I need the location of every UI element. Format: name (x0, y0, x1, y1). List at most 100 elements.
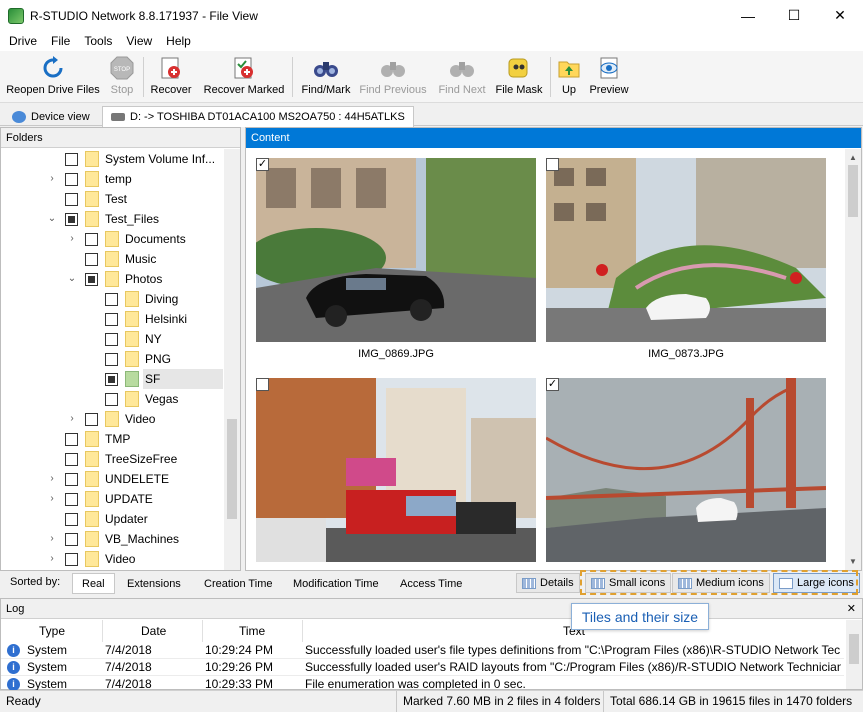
tree-item[interactable]: System Volume Inf... (1, 149, 225, 169)
find-previous-button[interactable]: Find Previous (358, 55, 428, 101)
tree-item[interactable]: Test (1, 189, 225, 209)
tree-checkbox[interactable] (65, 433, 78, 446)
tile-checkbox[interactable] (256, 378, 269, 391)
tree-checkbox[interactable] (65, 453, 78, 466)
tree-checkbox[interactable] (65, 473, 78, 486)
tree-item[interactable]: Vegas (1, 389, 225, 409)
tree-checkbox[interactable] (65, 193, 78, 206)
minimize-button[interactable]: — (725, 0, 771, 31)
tab-drive-file-view[interactable]: D: -> TOSHIBA DT01ACA100 MS2OA750 : 44H5… (102, 106, 414, 127)
expand-chevron-icon[interactable]: › (67, 234, 77, 244)
tree-checkbox[interactable] (105, 353, 118, 366)
tree-checkbox[interactable] (65, 513, 78, 526)
tree-checkbox[interactable] (65, 173, 78, 186)
collapse-chevron-icon[interactable]: ⌄ (47, 214, 57, 224)
tree-item[interactable]: Music (1, 249, 225, 269)
tree-item[interactable]: Diving (1, 289, 225, 309)
tree-item[interactable]: › Video (1, 549, 225, 569)
expand-chevron-icon[interactable]: › (67, 414, 77, 424)
tree-item[interactable]: ⌄ Photos (1, 269, 225, 289)
log-row[interactable]: i System 7/4/2018 10:29:24 PM Successfully l… (1, 642, 844, 659)
menu-drive[interactable]: Drive (2, 34, 44, 48)
sort-tab-real[interactable]: Real (72, 573, 115, 594)
tree-checkbox[interactable] (65, 153, 78, 166)
tile-checkbox[interactable]: ✓ (546, 378, 559, 391)
tile-checkbox[interactable]: ✓ (256, 158, 269, 171)
collapse-chevron-icon[interactable]: ⌄ (67, 274, 77, 284)
tree-item[interactable]: › Documents (1, 229, 225, 249)
tree-item[interactable]: NY (1, 329, 225, 349)
file-mask-button[interactable]: File Mask (494, 55, 544, 101)
menu-view[interactable]: View (119, 34, 159, 48)
log-scrollbar[interactable] (846, 620, 862, 689)
medium-icons-button[interactable]: Medium icons (672, 573, 770, 593)
tree-checkbox[interactable] (105, 373, 118, 386)
tree-item[interactable]: Helsinki (1, 309, 225, 329)
tree-item[interactable]: PNG (1, 349, 225, 369)
log-close-icon[interactable]: ✕ (847, 599, 856, 619)
sort-tab-access-time[interactable]: Access Time (391, 573, 471, 594)
log-row[interactable]: i System 7/4/2018 10:29:26 PM Successfully l… (1, 659, 844, 676)
stop-button[interactable]: STOP Stop (104, 55, 140, 101)
tile-image[interactable] (546, 158, 826, 342)
tree-item[interactable]: TMP (1, 429, 225, 449)
tree-checkbox[interactable] (85, 273, 98, 286)
tree-item[interactable]: › Video (1, 409, 225, 429)
scroll-down-icon[interactable]: ▼ (849, 557, 857, 566)
folders-scroll-thumb[interactable] (227, 419, 237, 519)
menu-help[interactable]: Help (159, 34, 198, 48)
tile-image[interactable] (546, 378, 826, 562)
tree-item[interactable]: ⌄ Test_Files (1, 209, 225, 229)
tree-checkbox[interactable] (85, 253, 98, 266)
tree-item[interactable]: Updater (1, 509, 225, 529)
tile-image[interactable] (256, 378, 536, 562)
tree-item[interactable]: SF (105, 369, 225, 389)
small-icons-button[interactable]: Small icons (585, 573, 672, 593)
tree-item[interactable]: › UNDELETE (1, 469, 225, 489)
expand-chevron-icon[interactable]: › (47, 474, 57, 484)
recover-marked-button[interactable]: Recover Marked (200, 55, 288, 101)
content-scrollbar[interactable]: ▲ ▼ (845, 149, 861, 570)
sort-tab-extensions[interactable]: Extensions (118, 573, 190, 594)
tree-item[interactable]: › temp (1, 169, 225, 189)
tree-item[interactable]: TreeSizeFree (1, 449, 225, 469)
find-mark-button[interactable]: Find/Mark (298, 55, 354, 101)
find-next-button[interactable]: Find Next (434, 55, 490, 101)
large-icons-button[interactable]: Large icons (773, 573, 860, 593)
maximize-button[interactable]: ☐ (771, 0, 817, 31)
tree-checkbox[interactable] (85, 413, 98, 426)
log-column-time[interactable]: Time (203, 620, 303, 642)
up-button[interactable]: Up (555, 55, 583, 101)
expand-chevron-icon[interactable]: › (47, 534, 57, 544)
scroll-up-icon[interactable]: ▲ (849, 153, 857, 162)
details-view-button[interactable]: Details (516, 573, 580, 593)
folders-scrollbar[interactable] (224, 149, 240, 570)
tree-checkbox[interactable] (105, 293, 118, 306)
expand-chevron-icon[interactable]: › (47, 174, 57, 184)
sort-tab-creation-time[interactable]: Creation Time (195, 573, 281, 594)
log-scroll-thumb[interactable] (849, 634, 859, 664)
reopen-drive-files-button[interactable]: Reopen Drive Files (6, 55, 100, 101)
preview-button[interactable]: Preview (587, 55, 631, 101)
tree-item[interactable]: › VB_Machines (1, 529, 225, 549)
recover-button[interactable]: Recover (148, 55, 194, 101)
content-scroll-thumb[interactable] (848, 165, 858, 217)
tree-checkbox[interactable] (65, 553, 78, 566)
log-row[interactable]: i System 7/4/2018 10:29:33 PM File enumerati… (1, 676, 844, 690)
menu-tools[interactable]: Tools (77, 34, 119, 48)
log-column-type[interactable]: Type (1, 620, 103, 642)
expand-chevron-icon[interactable]: › (47, 494, 57, 504)
menu-file[interactable]: File (44, 34, 77, 48)
tree-item[interactable]: › UPDATE (1, 489, 225, 509)
tree-checkbox[interactable] (105, 333, 118, 346)
tree-checkbox[interactable] (85, 233, 98, 246)
tree-checkbox[interactable] (105, 393, 118, 406)
tile-checkbox[interactable] (546, 158, 559, 171)
tree-checkbox[interactable] (105, 313, 118, 326)
sort-tab-modification-time[interactable]: Modification Time (284, 573, 388, 594)
log-column-date[interactable]: Date (103, 620, 203, 642)
expand-chevron-icon[interactable]: › (47, 554, 57, 564)
close-button[interactable]: ✕ (817, 0, 863, 31)
tab-device-view[interactable]: Device view (4, 106, 98, 127)
tree-checkbox[interactable] (65, 213, 78, 226)
